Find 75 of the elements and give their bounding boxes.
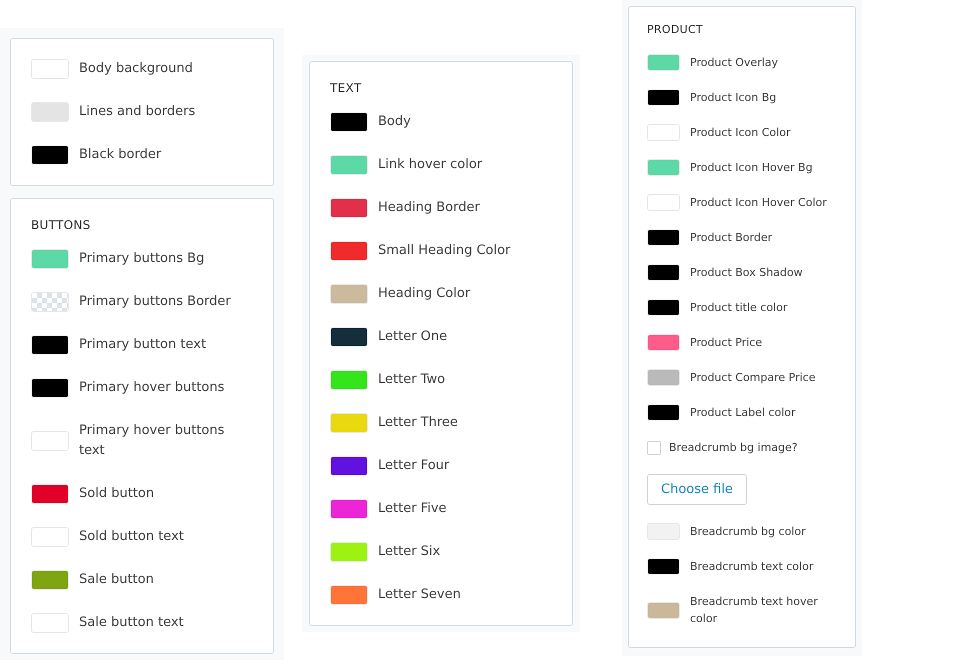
color-label: Product Icon Color <box>690 125 790 141</box>
transparent-swatch[interactable] <box>31 292 69 312</box>
color-label: Primary hover buttons text <box>79 422 226 460</box>
color-label: Small Heading Color <box>378 242 510 260</box>
color-label: Product Label color <box>690 405 796 421</box>
color-label: Sale button text <box>79 614 184 632</box>
color-label: Sale button <box>79 571 154 589</box>
color-label: Product Price <box>690 335 762 351</box>
color-label: Product title color <box>690 300 788 316</box>
color-label: Product Compare Price <box>690 370 816 386</box>
color-swatch[interactable] <box>330 284 368 304</box>
color-swatch[interactable] <box>31 145 69 165</box>
color-label: Breadcrumb bg color <box>690 524 806 540</box>
color-swatch[interactable] <box>647 264 680 281</box>
color-label: Letter Four <box>378 457 450 475</box>
color-label: Product Icon Hover Bg <box>690 160 813 176</box>
color-swatch[interactable] <box>330 112 368 132</box>
color-label: Product Icon Hover Color <box>690 195 827 211</box>
color-swatch[interactable] <box>330 585 368 605</box>
color-label: Body <box>378 113 411 131</box>
color-label: Letter Six <box>378 543 440 561</box>
section-heading: TEXT <box>330 82 362 94</box>
color-swatch[interactable] <box>330 327 368 347</box>
color-label: Letter Seven <box>378 586 461 604</box>
color-swatch[interactable] <box>330 370 368 390</box>
color-label: Link hover color <box>378 156 482 174</box>
color-label: Primary buttons Border <box>79 293 231 311</box>
color-label: Letter One <box>378 328 448 346</box>
color-swatch[interactable] <box>330 456 368 476</box>
color-swatch[interactable] <box>647 299 680 316</box>
color-swatch[interactable] <box>647 369 680 386</box>
color-label: Sold button text <box>79 528 184 546</box>
color-swatch[interactable] <box>31 570 69 590</box>
color-label: Breadcrumb text hover color <box>690 594 819 627</box>
color-swatch[interactable] <box>330 241 368 261</box>
color-label: Breadcrumb text color <box>690 559 814 575</box>
color-swatch[interactable] <box>330 542 368 562</box>
color-swatch[interactable] <box>647 89 680 106</box>
color-label: Product Box Shadow <box>690 265 803 281</box>
checkbox[interactable] <box>647 440 661 454</box>
color-swatch[interactable] <box>31 102 69 122</box>
color-swatch[interactable] <box>647 334 680 351</box>
section-heading: PRODUCT <box>647 24 704 36</box>
checkbox-label: Breadcrumb bg image? <box>669 440 798 456</box>
color-label: Heading Border <box>378 199 480 217</box>
color-swatch[interactable] <box>647 54 680 71</box>
color-label: Heading Color <box>378 285 470 303</box>
color-swatch[interactable] <box>31 335 69 355</box>
color-label: Letter Five <box>378 500 447 518</box>
color-label: Primary buttons Bg <box>79 250 204 268</box>
color-swatch[interactable] <box>647 602 680 618</box>
color-label: Letter Two <box>378 371 446 389</box>
color-swatch[interactable] <box>330 413 368 433</box>
color-swatch[interactable] <box>330 499 368 519</box>
color-swatch[interactable] <box>647 159 680 176</box>
choose-file-button[interactable]: Choose file <box>647 474 747 505</box>
color-label: Product Overlay <box>690 55 778 71</box>
color-swatch[interactable] <box>31 378 69 398</box>
color-label: Sold button <box>79 485 154 503</box>
color-swatch[interactable] <box>647 404 680 421</box>
color-label: Lines and borders <box>79 103 196 121</box>
color-label: Body background <box>79 60 193 78</box>
color-swatch[interactable] <box>330 155 368 175</box>
color-swatch[interactable] <box>647 558 680 575</box>
color-label: Product Border <box>690 230 772 246</box>
color-label: Product Icon Bg <box>690 90 776 106</box>
color-swatch[interactable] <box>330 198 368 218</box>
color-label: Letter Three <box>378 414 458 432</box>
color-swatch[interactable] <box>31 249 69 269</box>
color-label: Primary button text <box>79 336 206 354</box>
color-label: Primary hover buttons <box>79 379 224 397</box>
color-swatch[interactable] <box>31 484 69 504</box>
section-heading: BUTTONS <box>31 219 92 231</box>
color-label: Black border <box>79 146 162 164</box>
color-swatch[interactable] <box>647 229 680 246</box>
